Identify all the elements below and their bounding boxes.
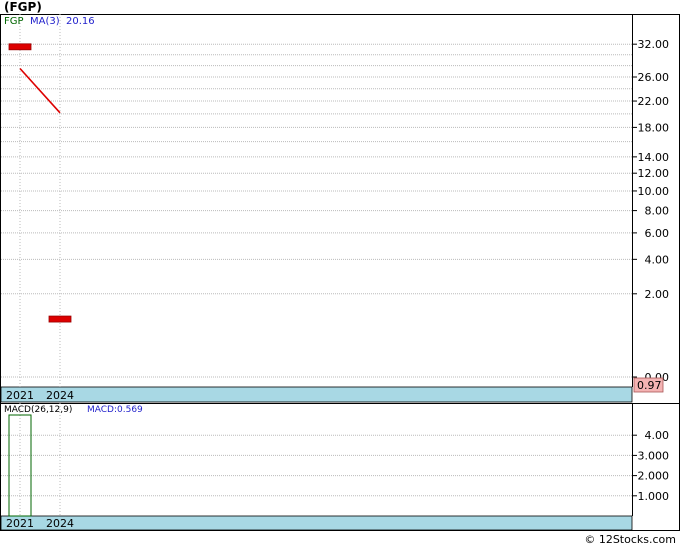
price-x-axis-bar xyxy=(0,386,633,403)
ma-line xyxy=(19,67,61,114)
price-y-tick-label: 14.00 xyxy=(638,151,670,164)
legend-ma-label: MA(3) xyxy=(30,16,60,27)
price-y-tick-label: 2.00 xyxy=(645,288,670,301)
macd-y-tick-label: 4.00 xyxy=(645,429,670,442)
macd-panel-frame xyxy=(0,403,680,531)
price-y-tick-label: 6.00 xyxy=(645,227,670,240)
price-x-tick-label: 2021 xyxy=(6,389,34,402)
price-panel-frame xyxy=(0,14,680,404)
macd-y-tick-label: 1.000 xyxy=(638,490,670,503)
price-y-tick-label: 22.00 xyxy=(638,95,670,108)
site-credit: © 12Stocks.com xyxy=(584,533,676,546)
price-bar-mark xyxy=(48,315,72,323)
price-bar-mark xyxy=(8,43,32,51)
price-y-tick-label: 10.00 xyxy=(638,185,670,198)
stock-chart: 32.00 26.00 22.00 18.00 14.00 12.00 10.00 8.00 6… xyxy=(0,14,680,531)
macd-x-tick-label: 2024 xyxy=(46,517,74,530)
macd-legend-value: MACD:0.569 xyxy=(87,405,143,415)
legend-ma-value: 20.16 xyxy=(66,16,95,27)
last-price-label: 0.97 xyxy=(637,379,662,392)
price-y-tick-label: 26.00 xyxy=(638,71,670,84)
price-y-tick-label: 32.00 xyxy=(638,38,670,51)
legend-ticker: FGP xyxy=(4,16,24,27)
price-y-tick-label: 4.00 xyxy=(645,253,670,266)
macd-x-tick-label: 2021 xyxy=(6,517,34,530)
macd-y-tick-label: 2.000 xyxy=(638,470,670,483)
price-x-tick-label: 2024 xyxy=(46,389,74,402)
macd-x-axis-bar xyxy=(0,515,633,531)
macd-y-tick-label: 3.000 xyxy=(638,449,670,462)
macd-legend-label: MACD(26,12,9) xyxy=(4,405,72,415)
price-y-tick-label: 12.00 xyxy=(638,167,670,180)
price-y-tick-label: 18.00 xyxy=(638,121,670,134)
price-y-tick-label: 8.00 xyxy=(645,205,670,218)
